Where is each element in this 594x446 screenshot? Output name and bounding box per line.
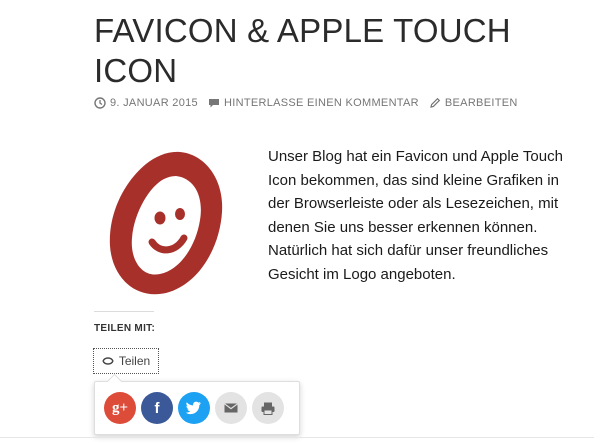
share-button-label: Teilen (118, 354, 151, 368)
post-date: 9. JANUAR 2015 (110, 97, 198, 109)
facebook-icon: f (154, 399, 160, 417)
post-date-link[interactable]: 9. JANUAR 2015 (94, 97, 198, 109)
envelope-icon (224, 403, 238, 413)
print-share-button[interactable] (252, 392, 284, 424)
comment-link-label: HINTERLASSE EINEN KOMMENTAR (223, 97, 419, 109)
post-title: FAVICON & APPLE TOUCH ICON (94, 12, 511, 89)
share-icon (102, 356, 114, 366)
email-share-button[interactable] (215, 392, 247, 424)
popup-arrow (106, 373, 123, 390)
share-button[interactable]: Teilen (93, 348, 159, 374)
share-heading: TEILEN MIT: (94, 323, 156, 334)
edit-link-label: BEARBEITEN (444, 97, 518, 109)
twitter-bird-icon (186, 401, 202, 415)
post-body: Unser Blog hat ein Favicon und Apple Tou… (268, 148, 563, 283)
printer-icon (261, 402, 275, 415)
share-divider (94, 311, 154, 312)
facebook-share-button[interactable]: f (141, 392, 173, 424)
pencil-icon (429, 97, 441, 109)
comment-link[interactable]: HINTERLASSE EINEN KOMMENTAR (208, 97, 419, 109)
clock-icon (94, 97, 106, 109)
footer-divider (0, 437, 594, 438)
twitter-share-button[interactable] (178, 392, 210, 424)
google-plus-share-button[interactable]: g+ (104, 392, 136, 424)
share-popup: g+ f (94, 373, 300, 435)
edit-link[interactable]: BEARBEITEN (429, 97, 518, 109)
share-services: g+ f (104, 392, 284, 424)
speech-bubble-icon (208, 97, 220, 109)
post-meta: 9. JANUAR 2015 HINTERLASSE EINEN KOMMENT… (94, 95, 528, 111)
smiley-face-logo (108, 150, 226, 296)
google-plus-icon: g+ (111, 399, 129, 416)
